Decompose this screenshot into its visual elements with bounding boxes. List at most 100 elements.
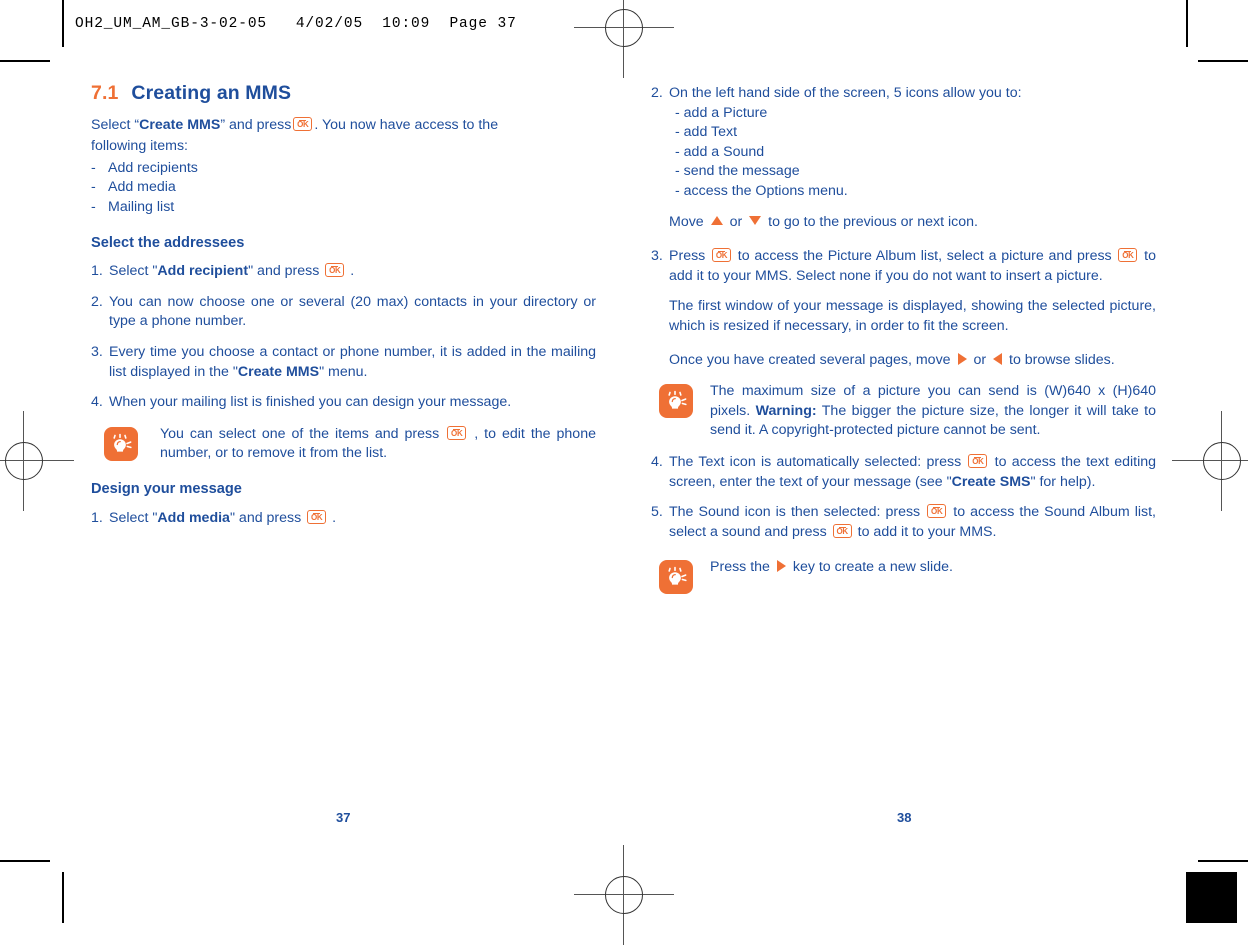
step-marker: 5. — [651, 504, 663, 521]
step-body: Select "Add media" and press OK . — [109, 509, 596, 529]
page-number-left: 37 — [336, 810, 351, 825]
sub-item: - send the message — [675, 163, 800, 180]
step-body: You can now choose one or several (20 ma… — [109, 293, 596, 330]
ok-key-icon: OK — [447, 425, 467, 440]
tip-text-after: key to create a new slide. — [792, 559, 953, 576]
page-title: 7.1 Creating an MMS — [91, 82, 596, 104]
ok-key-icon: OK — [927, 504, 947, 519]
right-page-content: 2. On the left hand side of the screen, … — [651, 84, 1156, 606]
step-text-after-key: . — [332, 509, 337, 526]
step-text-after-key: to add it to your MMS. — [857, 523, 997, 540]
registration-mark-right — [1172, 411, 1248, 511]
step-item: 3. Every time you choose a contact or ph… — [91, 343, 596, 382]
step-body: The Text icon is automatically selected:… — [669, 453, 1156, 492]
tip-text: You can select one of the items and pres… — [160, 425, 596, 464]
print-slug: OH2_UM_AM_GB-3-02-05 4/02/05 10:09 Page … — [62, 0, 562, 47]
step-marker: 1. — [91, 509, 103, 526]
intro-paragraph: Select “Create MMS” and press OK. You now… — [91, 116, 596, 136]
step-text-mid1: to access the Picture Album list, select… — [737, 248, 1112, 265]
step-item: 5. The Sound icon is then selected: pres… — [651, 503, 1156, 542]
chapter-number: 7.1 — [91, 82, 119, 104]
arrow-up-icon — [710, 215, 723, 225]
sub-item: - add a Sound — [675, 143, 765, 160]
browse-after: to browse slides. — [1009, 351, 1115, 368]
step-item: 3. Press OK to access the Picture Album … — [651, 247, 1156, 286]
step-body: Every time you choose a contact or phone… — [109, 343, 596, 382]
step-text-after-bold: " and press — [248, 263, 320, 280]
arrow-right-icon — [957, 352, 967, 365]
registration-mark-bottom — [574, 845, 674, 945]
step-item: 1. Select "Add recipient" and press OK . — [91, 262, 596, 282]
step-body: The Sound icon is then selected: press O… — [669, 503, 1156, 542]
crop-mark-top-right-horizontal — [1198, 60, 1248, 62]
tip-box-max-picture-size: The maximum size of a picture you can se… — [659, 382, 1156, 441]
list-item: - Add recipients — [91, 159, 596, 179]
browse-before: Once you have created several pages, mov… — [669, 351, 951, 368]
page-number-right: 38 — [897, 810, 912, 825]
step-text-before-key: Press — [669, 248, 706, 265]
step-item: 2. You can now choose one or several (20… — [91, 293, 596, 332]
intro-bold-create-mms: Create MMS — [139, 116, 221, 133]
arrow-down-icon — [749, 215, 762, 225]
ok-key-icon: OK — [307, 509, 327, 524]
step-text-after: " for help). — [1030, 473, 1096, 490]
step-bold-add-recipient: Add recipient — [157, 263, 249, 280]
tip-box-edit-phone-number: You can select one of the items and pres… — [104, 425, 596, 464]
crop-mark-bottom-left-vertical — [62, 872, 64, 923]
step-marker: 4. — [651, 453, 663, 470]
crop-mark-bottom-right-horizontal — [1198, 860, 1248, 862]
intro-after-key: . You now have access to the — [314, 116, 499, 133]
step-bold-create-mms: Create MMS — [237, 363, 320, 380]
step-item: 1. Select "Add media" and press OK . — [91, 509, 596, 529]
step-marker: 2. — [91, 293, 103, 310]
crop-mark-bottom-right-vertical — [1186, 872, 1237, 923]
move-after: to go to the previous or next icon. — [768, 213, 978, 230]
print-slug-text: OH2_UM_AM_GB-3-02-05 4/02/05 10:09 Page … — [75, 15, 517, 32]
step-body: When your mailing list is finished you c… — [109, 394, 512, 411]
sub-item: - add a Picture — [675, 104, 768, 121]
step-item: 4. The Text icon is automatically select… — [651, 453, 1156, 492]
list-item-marker: - — [91, 159, 96, 176]
tip-text: Press the key to create a new slide. — [710, 558, 1156, 594]
sub-item: - add Text — [675, 124, 738, 141]
step-text-after: " menu. — [319, 363, 368, 380]
browse-middle: or — [973, 351, 987, 368]
ok-key-icon: OK — [968, 453, 988, 468]
list-item: - Add media — [91, 178, 596, 198]
tip-text: The maximum size of a picture you can se… — [710, 382, 1156, 441]
ok-key-icon: OK — [832, 523, 852, 538]
step-text-before: Select " — [109, 509, 158, 526]
step-text-before-key: The Sound icon is then selected: press — [669, 504, 921, 521]
paragraph-browse-slides: Once you have created several pages, mov… — [669, 351, 1156, 371]
move-instruction: Move or to go to the previous or next ic… — [669, 213, 1156, 233]
crop-mark-top-left-horizontal — [0, 60, 50, 62]
lightbulb-icon — [659, 384, 693, 419]
step-bold-create-sms: Create SMS — [951, 473, 1031, 490]
intro-after-bold: ” and press — [220, 116, 292, 133]
sub-item: - access the Options menu. — [675, 182, 848, 199]
list-item-marker: - — [91, 179, 96, 196]
list-item: - Mailing list — [91, 198, 596, 218]
step-body: Press OK to access the Picture Album lis… — [669, 247, 1156, 286]
paragraph-first-window: The first window of your message is disp… — [669, 298, 1156, 334]
tip-text-before: You can select one of the items and pres… — [160, 425, 440, 442]
move-before: Move — [669, 213, 704, 230]
step-text-before-key: The Text icon is automatically selected:… — [669, 453, 962, 470]
move-middle: or — [729, 213, 743, 230]
step-text: On the left hand side of the screen, 5 i… — [669, 85, 1022, 101]
chapter-title: Creating an MMS — [131, 82, 292, 104]
step-marker: 1. — [91, 263, 103, 280]
list-item-label: Mailing list — [108, 198, 175, 215]
ok-key-icon: OK — [293, 116, 313, 131]
step-marker: 2. — [651, 85, 663, 101]
lightbulb-icon — [659, 560, 693, 595]
tip-bold-warning: Warning: — [755, 402, 817, 419]
crop-mark-top-right-vertical — [1186, 0, 1188, 47]
items-list: - Add recipients - Add media - Mailing list — [91, 159, 596, 218]
intro-before: Select “ — [91, 116, 140, 133]
step-marker: 3. — [91, 343, 103, 360]
registration-mark-left — [0, 411, 74, 511]
step-body: Select "Add recipient" and press OK . — [109, 262, 596, 282]
crop-mark-bottom-left-horizontal — [0, 860, 50, 862]
step-item: 2. On the left hand side of the screen, … — [651, 84, 1156, 232]
